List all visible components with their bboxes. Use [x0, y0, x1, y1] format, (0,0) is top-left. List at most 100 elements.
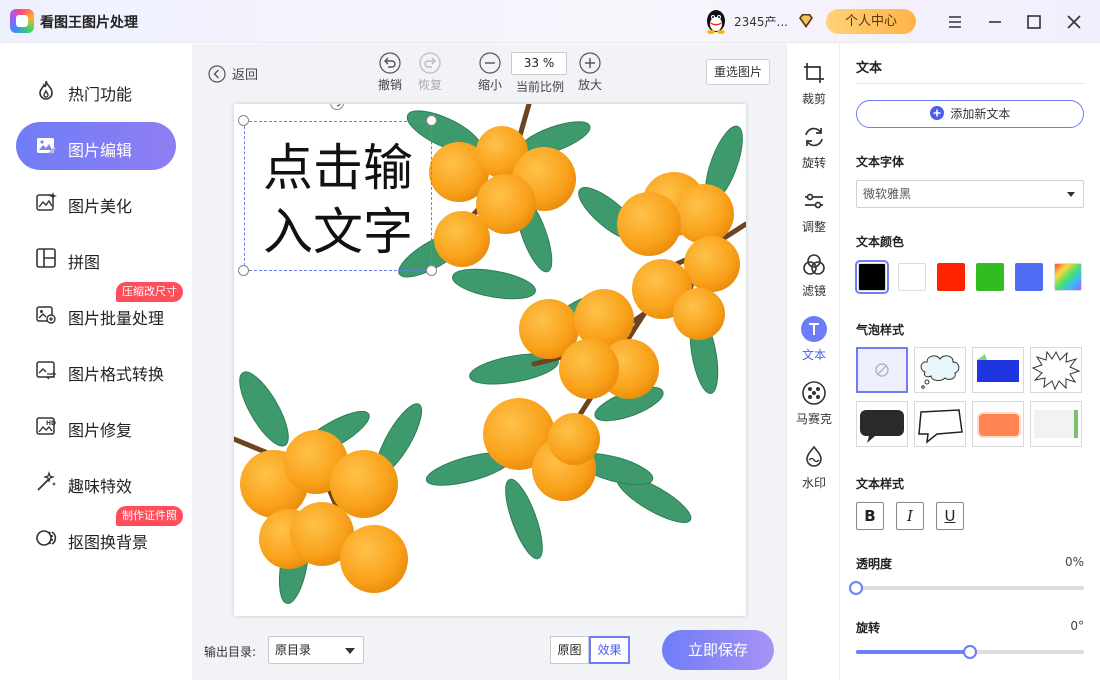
- light-bar-bubble-icon: [1034, 410, 1078, 438]
- sidebar-item-beautify[interactable]: 图片美化: [16, 178, 176, 226]
- tool-label: 文本: [801, 348, 826, 362]
- sidebar-item-batch[interactable]: 图片批量处理: [16, 290, 176, 338]
- beautify-icon: [36, 192, 57, 211]
- tool-rotate[interactable]: 旋转: [787, 124, 841, 171]
- tool-watermark[interactable]: 水印: [787, 444, 841, 491]
- redo-icon: [419, 52, 441, 74]
- maximize-icon[interactable]: [1023, 11, 1045, 33]
- resize-handle-bottom-right[interactable]: [426, 265, 437, 276]
- bubble-style-orange-glow[interactable]: [972, 401, 1024, 447]
- undo-button[interactable]: 撤销: [370, 52, 410, 93]
- text-settings-panel: 文本 添加新文本 文本字体 微软雅黑 文本颜色 气泡样式 文本样式 B I U: [840, 44, 1100, 680]
- color-swatch-red[interactable]: [937, 263, 965, 291]
- color-swatch-black[interactable]: [855, 260, 889, 294]
- cutout-icon: [36, 530, 57, 546]
- color-label: 文本颜色: [856, 235, 905, 249]
- add-text-button[interactable]: 添加新文本: [856, 100, 1084, 128]
- sidebar-item-effects[interactable]: 趣味特效: [16, 458, 176, 506]
- color-swatch-blue[interactable]: [1015, 263, 1043, 291]
- font-value: 微软雅黑: [863, 187, 912, 201]
- italic-button[interactable]: I: [896, 502, 924, 530]
- tool-text[interactable]: 文本: [787, 316, 841, 363]
- color-swatch-white[interactable]: [898, 263, 926, 291]
- image-edit-icon: [37, 138, 57, 155]
- resize-handle-bottom-left[interactable]: [238, 265, 249, 276]
- view-original-button[interactable]: 原图: [550, 636, 589, 664]
- view-toggle: 原图 效果: [550, 636, 630, 664]
- bubble-style-blue-rect[interactable]: [972, 347, 1024, 393]
- tool-adjust[interactable]: 调整: [787, 188, 841, 235]
- bubble-style-none[interactable]: [856, 347, 908, 393]
- underline-button[interactable]: U: [936, 502, 964, 530]
- back-button[interactable]: 返回: [208, 64, 258, 83]
- minimize-icon[interactable]: [984, 11, 1006, 33]
- sidebar-item-label: 图片格式转换: [68, 365, 165, 384]
- user-name[interactable]: 2345产...: [734, 13, 788, 30]
- burst-bubble-icon: [1031, 350, 1081, 391]
- sidebar-item-label: 图片美化: [68, 197, 133, 216]
- title-bar: 看图王图片处理 2345产... 个人中心: [0, 0, 1100, 43]
- bubble-style-cloud[interactable]: [914, 347, 966, 393]
- orange-glow-bubble-icon: [977, 412, 1021, 438]
- zoom-label: 当前比例: [515, 80, 564, 94]
- reselect-image-button[interactable]: 重选图片: [706, 59, 770, 85]
- sidebar-item-label: 拼图: [68, 253, 101, 272]
- zoom-value-input[interactable]: 33 %: [511, 52, 567, 75]
- crop-icon: [804, 63, 824, 83]
- bubble-style-black-round[interactable]: [856, 401, 908, 447]
- back-arrow-icon: [208, 64, 226, 83]
- sidebar-item-format[interactable]: 图片格式转换: [16, 346, 176, 394]
- tool-filter[interactable]: 滤镜: [787, 252, 841, 299]
- rotate-slider-thumb[interactable]: [963, 645, 977, 659]
- save-now-button[interactable]: 立即保存: [662, 630, 774, 670]
- plus-circle-icon: [929, 106, 944, 120]
- menu-icon[interactable]: [944, 11, 966, 33]
- sidebar-item-repair[interactable]: HD 图片修复: [16, 402, 176, 450]
- bubble-style-burst[interactable]: [1030, 347, 1082, 393]
- cloud-bubble-icon: [920, 355, 960, 389]
- watermark-icon: [806, 445, 822, 467]
- bubble-style-outline[interactable]: [914, 401, 966, 447]
- text-box[interactable]: 点击输 入文字: [244, 121, 432, 271]
- rotate-label: 旋转: [856, 621, 881, 635]
- opacity-slider[interactable]: [849, 581, 1084, 595]
- add-text-label: 添加新文本: [950, 107, 1011, 121]
- sidebar-item-hot[interactable]: 热门功能: [16, 66, 176, 114]
- close-icon[interactable]: [1063, 11, 1085, 33]
- bold-button[interactable]: B: [856, 502, 884, 530]
- qq-avatar-icon[interactable]: [704, 8, 728, 34]
- output-dir-select[interactable]: 原目录: [268, 636, 364, 664]
- resize-handle-top-left[interactable]: [238, 115, 249, 126]
- sidebar-item-label: 抠图换背景: [68, 533, 149, 552]
- color-swatch-green[interactable]: [976, 263, 1004, 291]
- vip-diamond-icon[interactable]: [796, 11, 816, 31]
- image-canvas[interactable]: 点击输 入文字: [234, 104, 746, 616]
- app-title: 看图王图片处理: [40, 15, 138, 31]
- mosaic-icon: [802, 381, 826, 405]
- collage-icon: [36, 248, 56, 268]
- sidebar: 热门功能 图片编辑 图片美化 拼图 压缩改尺寸 图片批量处理 图片格式转换 HD…: [0, 44, 192, 680]
- bubble-style-light-bar[interactable]: [1030, 401, 1082, 447]
- undo-icon: [379, 52, 401, 74]
- rotate-handle-icon[interactable]: [330, 104, 344, 110]
- redo-button[interactable]: 恢复: [410, 52, 450, 93]
- tool-crop[interactable]: 裁剪: [787, 60, 841, 107]
- color-swatch-custom[interactable]: [1054, 263, 1082, 291]
- resize-handle-top-right[interactable]: [426, 115, 437, 126]
- sidebar-item-image-edit[interactable]: 图片编辑: [16, 122, 176, 170]
- zoom-in-button[interactable]: 放大: [570, 52, 610, 93]
- view-effect-button[interactable]: 效果: [589, 636, 630, 664]
- font-select[interactable]: 微软雅黑: [856, 180, 1084, 208]
- tool-label: 裁剪: [801, 92, 826, 106]
- outline-bubble-icon: [918, 409, 963, 444]
- sidebar-item-cutout[interactable]: 抠图换背景: [16, 514, 176, 562]
- app-logo-icon: [10, 9, 34, 33]
- canvas-text[interactable]: 点击输 入文字: [263, 136, 433, 264]
- tool-mosaic[interactable]: 马赛克: [787, 380, 841, 427]
- zoom-out-button[interactable]: 缩小: [470, 52, 510, 93]
- sidebar-item-collage[interactable]: 拼图: [16, 234, 176, 282]
- personal-center-button[interactable]: 个人中心: [826, 9, 916, 34]
- opacity-slider-thumb[interactable]: [849, 581, 863, 595]
- rotate-slider[interactable]: [856, 645, 1084, 659]
- zoom-in-icon: [579, 52, 601, 74]
